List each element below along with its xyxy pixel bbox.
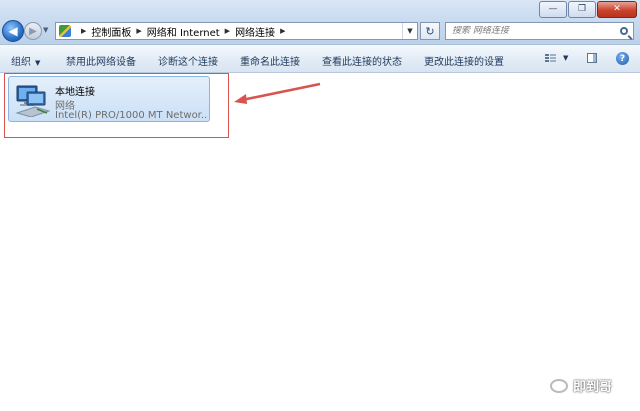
breadcrumb-network-connections[interactable]: 网络连接 <box>235 24 275 39</box>
view-options-dropdown[interactable]: ▼ <box>563 54 568 62</box>
help-icon[interactable]: ? <box>616 52 629 65</box>
disable-device-button[interactable]: 禁用此网络设备 <box>66 53 136 68</box>
title-bar: — ❐ ✕ ◀ ▶ ▼ ▶ 控制面板 ▶ 网络和 Internet ▶ 网络连接… <box>0 0 640 45</box>
control-panel-icon <box>59 25 71 37</box>
address-bar[interactable]: ▶ 控制面板 ▶ 网络和 Internet ▶ 网络连接 ▶ ▼ <box>55 22 418 40</box>
local-connection-item[interactable]: 本地连接 网络 Intel(R) PRO/1000 MT Networ... <box>8 76 210 122</box>
diagnose-connection-button[interactable]: 诊断这个连接 <box>158 53 218 68</box>
rename-connection-button[interactable]: 重命名此连接 <box>240 53 300 68</box>
chevron-down-icon: ▼ <box>35 59 41 67</box>
chevron-right-icon[interactable]: ▶ <box>81 27 86 35</box>
chevron-right-icon[interactable]: ▶ <box>280 27 285 35</box>
chevron-right-icon[interactable]: ▶ <box>225 27 230 35</box>
maximize-button[interactable]: ❐ <box>568 1 596 18</box>
watermark: 即到哥 <box>550 376 612 395</box>
address-dropdown[interactable]: ▼ <box>402 23 417 39</box>
arrow-right-icon: ▶ <box>29 25 37 37</box>
close-button[interactable]: ✕ <box>597 1 637 18</box>
wechat-icon <box>550 378 568 393</box>
chevron-down-icon: ▼ <box>407 27 413 35</box>
chevron-right-icon[interactable]: ▶ <box>136 27 141 35</box>
search-box[interactable] <box>445 22 634 40</box>
forward-button[interactable]: ▶ <box>24 22 42 40</box>
search-input[interactable] <box>452 26 602 36</box>
breadcrumb-control-panel[interactable]: 控制面板 <box>91 24 131 39</box>
command-toolbar: 组织 ▼ 禁用此网络设备 诊断这个连接 重命名此连接 查看此连接的状态 更改此连接… <box>0 45 640 73</box>
preview-pane-icon[interactable] <box>587 53 597 63</box>
connection-adapter: Intel(R) PRO/1000 MT Networ... <box>55 110 207 121</box>
back-button[interactable]: ◀ <box>2 20 24 42</box>
connection-name: 本地连接 <box>55 87 95 98</box>
view-status-button[interactable]: 查看此连接的状态 <box>322 53 402 68</box>
breadcrumb-network-internet[interactable]: 网络和 Internet <box>147 24 220 39</box>
annotation-arrow-icon <box>234 82 321 104</box>
minimize-button[interactable]: — <box>539 1 567 18</box>
arrow-left-icon: ◀ <box>8 24 18 38</box>
change-view-icon[interactable] <box>545 54 556 63</box>
network-adapter-icon <box>15 85 51 117</box>
organize-button[interactable]: 组织 ▼ <box>11 53 40 68</box>
organize-label: 组织 <box>11 57 31 68</box>
window-controls: — ❐ ✕ <box>538 1 637 18</box>
refresh-icon: ↻ <box>425 24 435 38</box>
change-settings-button[interactable]: 更改此连接的设置 <box>424 53 504 68</box>
refresh-button[interactable]: ↻ <box>420 22 440 40</box>
recent-pages-dropdown[interactable]: ▼ <box>43 26 48 34</box>
watermark-text: 即到哥 <box>573 380 613 395</box>
search-icon[interactable] <box>620 27 628 35</box>
